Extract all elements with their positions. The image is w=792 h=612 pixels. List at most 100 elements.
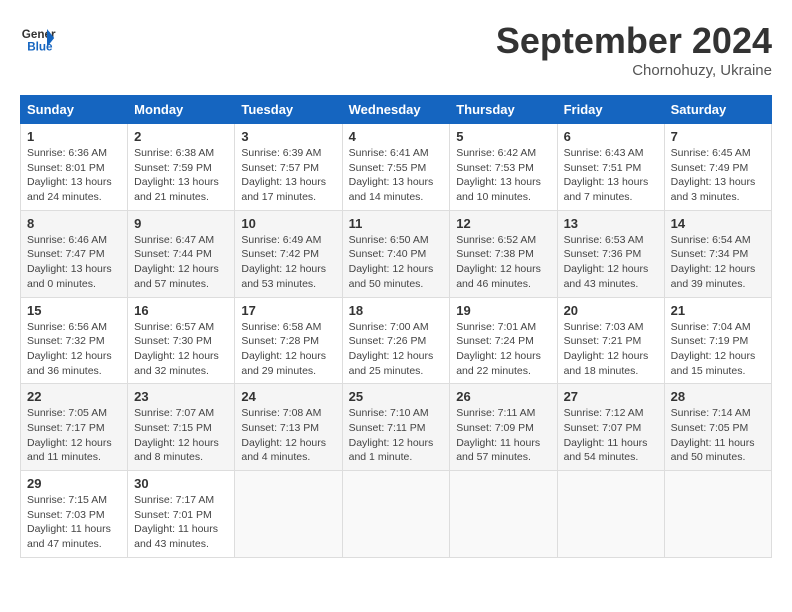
day-detail: Sunrise: 6:36 AM Sunset: 8:01 PM Dayligh… <box>27 146 121 205</box>
day-cell: 1 Sunrise: 6:36 AM Sunset: 8:01 PM Daylig… <box>21 124 128 211</box>
day-cell: 17 Sunrise: 6:58 AM Sunset: 7:28 PM Dayli… <box>235 297 342 384</box>
day-number: 3 <box>241 129 335 144</box>
day-number: 21 <box>671 303 765 318</box>
day-number: 9 <box>134 216 228 231</box>
day-cell: 29 Sunrise: 7:15 AM Sunset: 7:03 PM Dayli… <box>21 471 128 558</box>
day-detail: Sunrise: 7:08 AM Sunset: 7:13 PM Dayligh… <box>241 406 335 465</box>
day-cell: 10 Sunrise: 6:49 AM Sunset: 7:42 PM Dayli… <box>235 210 342 297</box>
day-cell: 26 Sunrise: 7:11 AM Sunset: 7:09 PM Dayli… <box>450 384 557 471</box>
day-detail: Sunrise: 6:47 AM Sunset: 7:44 PM Dayligh… <box>134 233 228 292</box>
month-title: September 2024 <box>496 20 772 62</box>
day-detail: Sunrise: 6:52 AM Sunset: 7:38 PM Dayligh… <box>456 233 550 292</box>
day-detail: Sunrise: 7:12 AM Sunset: 7:07 PM Dayligh… <box>564 406 658 465</box>
weekday-header-saturday: Saturday <box>664 96 771 124</box>
week-row-3: 15 Sunrise: 6:56 AM Sunset: 7:32 PM Dayli… <box>21 297 772 384</box>
day-detail: Sunrise: 6:57 AM Sunset: 7:30 PM Dayligh… <box>134 320 228 379</box>
day-number: 15 <box>27 303 121 318</box>
day-cell: 21 Sunrise: 7:04 AM Sunset: 7:19 PM Dayli… <box>664 297 771 384</box>
day-detail: Sunrise: 7:11 AM Sunset: 7:09 PM Dayligh… <box>456 406 550 465</box>
day-number: 11 <box>349 216 444 231</box>
day-cell: 15 Sunrise: 6:56 AM Sunset: 7:32 PM Dayli… <box>21 297 128 384</box>
day-detail: Sunrise: 6:46 AM Sunset: 7:47 PM Dayligh… <box>27 233 121 292</box>
day-number: 7 <box>671 129 765 144</box>
day-number: 6 <box>564 129 658 144</box>
day-cell: 3 Sunrise: 6:39 AM Sunset: 7:57 PM Daylig… <box>235 124 342 211</box>
day-number: 16 <box>134 303 228 318</box>
day-cell: 9 Sunrise: 6:47 AM Sunset: 7:44 PM Daylig… <box>128 210 235 297</box>
day-number: 5 <box>456 129 550 144</box>
week-row-4: 22Sunrise: 7:05 AM Sunset: 7:17 PM Dayli… <box>21 384 772 471</box>
day-cell: 5 Sunrise: 6:42 AM Sunset: 7:53 PM Daylig… <box>450 124 557 211</box>
day-detail: Sunrise: 6:53 AM Sunset: 7:36 PM Dayligh… <box>564 233 658 292</box>
day-cell: 18 Sunrise: 7:00 AM Sunset: 7:26 PM Dayli… <box>342 297 450 384</box>
day-detail: Sunrise: 6:56 AM Sunset: 7:32 PM Dayligh… <box>27 320 121 379</box>
day-detail: Sunrise: 7:14 AM Sunset: 7:05 PM Dayligh… <box>671 406 765 465</box>
weekday-header-thursday: Thursday <box>450 96 557 124</box>
day-cell <box>342 471 450 558</box>
day-cell: 7 Sunrise: 6:45 AM Sunset: 7:49 PM Daylig… <box>664 124 771 211</box>
location: Chornohuzy, Ukraine <box>496 62 772 79</box>
day-number: 13 <box>564 216 658 231</box>
page-header: General Blue September 2024 Chornohuzy, … <box>20 20 772 79</box>
day-detail: Sunrise: 6:58 AM Sunset: 7:28 PM Dayligh… <box>241 320 335 379</box>
day-detail: Sunrise: 6:50 AM Sunset: 7:40 PM Dayligh… <box>349 233 444 292</box>
day-number: 24 <box>241 389 335 404</box>
day-detail: Sunrise: 6:49 AM Sunset: 7:42 PM Dayligh… <box>241 233 335 292</box>
day-number: 19 <box>456 303 550 318</box>
calendar-table: SundayMondayTuesdayWednesdayThursdayFrid… <box>20 95 772 558</box>
day-number: 18 <box>349 303 444 318</box>
day-cell <box>235 471 342 558</box>
weekday-header-tuesday: Tuesday <box>235 96 342 124</box>
day-detail: Sunrise: 7:15 AM Sunset: 7:03 PM Dayligh… <box>27 493 121 552</box>
day-cell: 20Sunrise: 7:03 AM Sunset: 7:21 PM Dayli… <box>557 297 664 384</box>
day-detail: Sunrise: 7:04 AM Sunset: 7:19 PM Dayligh… <box>671 320 765 379</box>
day-number: 25 <box>349 389 444 404</box>
day-number: 26 <box>456 389 550 404</box>
day-detail: Sunrise: 7:07 AM Sunset: 7:15 PM Dayligh… <box>134 406 228 465</box>
day-number: 1 <box>27 129 121 144</box>
day-cell: 4Sunrise: 6:41 AM Sunset: 7:55 PM Daylig… <box>342 124 450 211</box>
day-number: 29 <box>27 476 121 491</box>
weekday-header-monday: Monday <box>128 96 235 124</box>
day-cell <box>557 471 664 558</box>
day-number: 30 <box>134 476 228 491</box>
day-detail: Sunrise: 7:01 AM Sunset: 7:24 PM Dayligh… <box>456 320 550 379</box>
day-number: 23 <box>134 389 228 404</box>
day-cell: 11 Sunrise: 6:50 AM Sunset: 7:40 PM Dayli… <box>342 210 450 297</box>
day-cell <box>664 471 771 558</box>
day-number: 14 <box>671 216 765 231</box>
day-cell: 19 Sunrise: 7:01 AM Sunset: 7:24 PM Dayli… <box>450 297 557 384</box>
day-detail: Sunrise: 6:38 AM Sunset: 7:59 PM Dayligh… <box>134 146 228 205</box>
day-cell <box>450 471 557 558</box>
day-cell: 16 Sunrise: 6:57 AM Sunset: 7:30 PM Dayli… <box>128 297 235 384</box>
day-cell: 25 Sunrise: 7:10 AM Sunset: 7:11 PM Dayli… <box>342 384 450 471</box>
day-cell: 2 Sunrise: 6:38 AM Sunset: 7:59 PM Daylig… <box>128 124 235 211</box>
day-cell: 28 Sunrise: 7:14 AM Sunset: 7:05 PM Dayli… <box>664 384 771 471</box>
day-detail: Sunrise: 7:17 AM Sunset: 7:01 PM Dayligh… <box>134 493 228 552</box>
day-detail: Sunrise: 7:00 AM Sunset: 7:26 PM Dayligh… <box>349 320 444 379</box>
day-detail: Sunrise: 7:10 AM Sunset: 7:11 PM Dayligh… <box>349 406 444 465</box>
day-number: 17 <box>241 303 335 318</box>
day-detail: Sunrise: 6:41 AM Sunset: 7:55 PM Dayligh… <box>349 146 444 205</box>
week-row-5: 29 Sunrise: 7:15 AM Sunset: 7:03 PM Dayli… <box>21 471 772 558</box>
day-number: 20 <box>564 303 658 318</box>
week-row-1: 1 Sunrise: 6:36 AM Sunset: 8:01 PM Daylig… <box>21 124 772 211</box>
day-cell: 22Sunrise: 7:05 AM Sunset: 7:17 PM Dayli… <box>21 384 128 471</box>
day-number: 2 <box>134 129 228 144</box>
day-detail: Sunrise: 6:39 AM Sunset: 7:57 PM Dayligh… <box>241 146 335 205</box>
day-cell: 23 Sunrise: 7:07 AM Sunset: 7:15 PM Dayli… <box>128 384 235 471</box>
day-number: 12 <box>456 216 550 231</box>
day-number: 22 <box>27 389 121 404</box>
day-detail: Sunrise: 6:43 AM Sunset: 7:51 PM Dayligh… <box>564 146 658 205</box>
weekday-header-friday: Friday <box>557 96 664 124</box>
logo-icon: General Blue <box>20 20 56 56</box>
day-number: 10 <box>241 216 335 231</box>
weekday-header-wednesday: Wednesday <box>342 96 450 124</box>
title-block: September 2024 Chornohuzy, Ukraine <box>496 20 772 79</box>
day-detail: Sunrise: 6:45 AM Sunset: 7:49 PM Dayligh… <box>671 146 765 205</box>
week-row-2: 8Sunrise: 6:46 AM Sunset: 7:47 PM Daylig… <box>21 210 772 297</box>
day-number: 28 <box>671 389 765 404</box>
day-cell: 12 Sunrise: 6:52 AM Sunset: 7:38 PM Dayli… <box>450 210 557 297</box>
day-detail: Sunrise: 6:42 AM Sunset: 7:53 PM Dayligh… <box>456 146 550 205</box>
day-cell: 6 Sunrise: 6:43 AM Sunset: 7:51 PM Daylig… <box>557 124 664 211</box>
